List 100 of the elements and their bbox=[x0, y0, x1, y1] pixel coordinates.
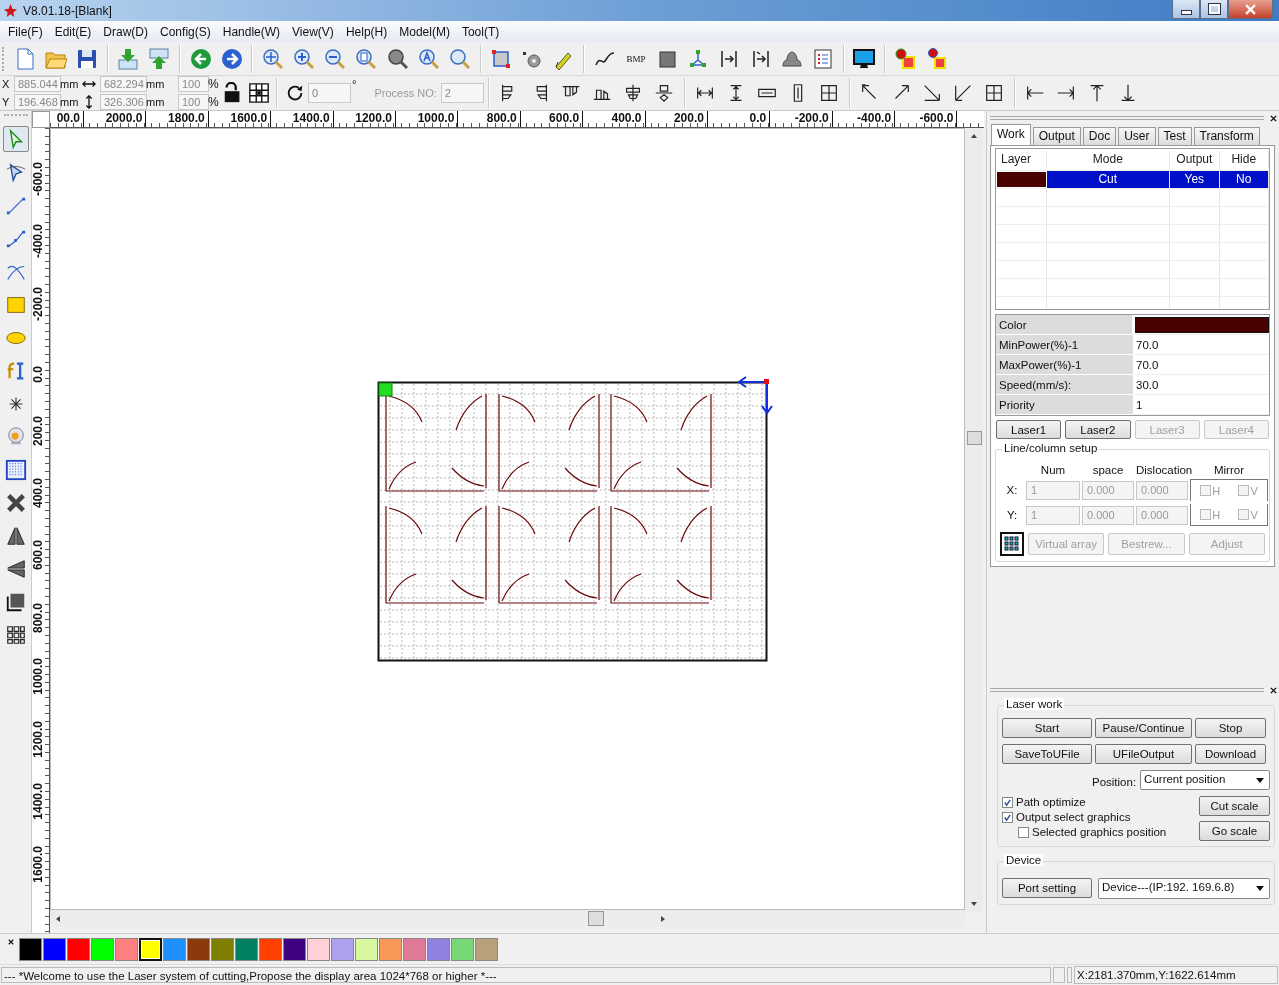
color-swatch[interactable] bbox=[1135, 316, 1269, 333]
layer-row[interactable]: Cut Yes No bbox=[996, 171, 1269, 189]
close-button[interactable] bbox=[1228, 0, 1273, 19]
y-label: Y bbox=[2, 96, 11, 108]
array-grid-icon[interactable] bbox=[1000, 532, 1024, 556]
color-swatch[interactable] bbox=[67, 937, 90, 961]
property-value[interactable]: 1 bbox=[1136, 398, 1143, 411]
color-swatch[interactable] bbox=[331, 937, 354, 961]
color-swatch[interactable] bbox=[259, 937, 282, 961]
tab[interactable]: Doc bbox=[1082, 127, 1117, 145]
dot-grid-icon[interactable] bbox=[3, 457, 28, 482]
menu-item[interactable]: Model(M) bbox=[393, 24, 456, 39]
position-dropdown[interactable]: Current position bbox=[1140, 770, 1270, 790]
property-value[interactable]: 30.0 bbox=[1136, 378, 1159, 391]
grid-anchor-icon[interactable] bbox=[248, 82, 270, 104]
color-swatch[interactable] bbox=[451, 937, 474, 961]
scale-x-field[interactable]: 100 bbox=[178, 76, 209, 92]
back-icon[interactable] bbox=[188, 46, 213, 71]
tab[interactable]: Transform bbox=[1193, 127, 1260, 145]
menu-item[interactable]: Handle(W) bbox=[216, 24, 287, 39]
color-swatch[interactable] bbox=[211, 937, 234, 961]
device-dropdown[interactable]: Device---(IP:192. 169.6.8) bbox=[1098, 878, 1270, 899]
arrow-left-icon[interactable] bbox=[56, 915, 60, 922]
scale-button[interactable]: Cut scale bbox=[1199, 796, 1270, 816]
checkbox-label: Output select graphics bbox=[1016, 811, 1131, 823]
color-swatch[interactable] bbox=[139, 937, 162, 961]
forward-icon[interactable] bbox=[219, 46, 244, 71]
menu-item[interactable]: Config(S) bbox=[154, 24, 217, 39]
menu-item[interactable]: Edit(E) bbox=[48, 24, 98, 39]
laser-button[interactable]: Laser1 bbox=[996, 420, 1062, 439]
zoom-letter-icon[interactable] bbox=[416, 46, 441, 71]
laser-work-button[interactable]: Pause/Continue bbox=[1095, 718, 1192, 738]
checkbox[interactable] bbox=[1200, 509, 1212, 520]
zoom-out-icon[interactable] bbox=[323, 46, 348, 71]
color-swatch[interactable] bbox=[43, 937, 66, 961]
ball-square-icon[interactable] bbox=[893, 46, 918, 71]
color-swatch[interactable] bbox=[355, 937, 378, 961]
laser-button[interactable]: Laser2 bbox=[1065, 420, 1131, 439]
laser-work-button[interactable]: Download bbox=[1195, 744, 1266, 764]
close-icon[interactable] bbox=[1270, 114, 1277, 122]
import-icon[interactable] bbox=[116, 46, 141, 71]
close-icon[interactable] bbox=[1270, 686, 1277, 694]
laser-work-button[interactable]: UFileOutput bbox=[1095, 744, 1192, 764]
tab[interactable]: Output bbox=[1032, 127, 1081, 145]
color-swatch[interactable] bbox=[307, 937, 330, 961]
cursor-coordinates: X:2181.370mm,Y:1622.614mm bbox=[1074, 966, 1278, 984]
color-swatch[interactable] bbox=[187, 937, 210, 961]
group-title: Device bbox=[1004, 854, 1044, 866]
tab[interactable]: Test bbox=[1157, 127, 1192, 145]
port-setting-button[interactable]: Port setting bbox=[1002, 878, 1092, 898]
scale-y-field[interactable]: 100 bbox=[178, 94, 209, 110]
checkbox[interactable] bbox=[1002, 796, 1013, 808]
color-swatch[interactable] bbox=[475, 937, 498, 961]
zoom-grid-icon[interactable] bbox=[385, 46, 410, 71]
color-swatch[interactable] bbox=[283, 937, 306, 961]
zoom-page-icon[interactable] bbox=[354, 46, 379, 71]
property-value[interactable]: 70.0 bbox=[1136, 358, 1159, 371]
checkbox[interactable] bbox=[1238, 485, 1250, 496]
horizontal-scrollbar[interactable] bbox=[50, 910, 965, 927]
checkbox[interactable] bbox=[1002, 811, 1013, 823]
color-swatch[interactable] bbox=[91, 937, 114, 961]
checkbox[interactable] bbox=[1200, 485, 1212, 496]
property-value[interactable]: 70.0 bbox=[1136, 338, 1159, 351]
laser-work-button[interactable]: Stop bbox=[1195, 718, 1266, 738]
tab[interactable]: Work bbox=[991, 124, 1031, 145]
laser-work-button[interactable]: SaveToUFile bbox=[1002, 744, 1092, 764]
scrollbar-thumb[interactable] bbox=[588, 911, 604, 926]
restore-button[interactable] bbox=[1200, 0, 1228, 19]
menu-item[interactable]: View(V) bbox=[286, 24, 340, 39]
bitmap-button[interactable]: BMP bbox=[625, 53, 647, 64]
scrollbar-thumb[interactable] bbox=[966, 431, 982, 445]
laser-work-button[interactable]: Start bbox=[1002, 718, 1092, 738]
scale-button[interactable]: Go scale bbox=[1199, 821, 1270, 841]
menu-item[interactable]: Draw(D) bbox=[97, 24, 155, 39]
zoom-in-icon[interactable] bbox=[292, 46, 317, 71]
search-icon[interactable] bbox=[448, 46, 473, 71]
pan-zoom-icon[interactable] bbox=[260, 46, 285, 71]
arrow-down-icon[interactable] bbox=[971, 902, 977, 906]
minimize-button[interactable] bbox=[1172, 0, 1200, 19]
color-swatch[interactable] bbox=[403, 937, 426, 961]
menu-item[interactable]: File(F) bbox=[2, 24, 49, 39]
tab[interactable]: User bbox=[1118, 127, 1156, 145]
checkbox[interactable] bbox=[1018, 826, 1029, 838]
vertical-scrollbar[interactable] bbox=[965, 128, 983, 912]
menu-item[interactable]: Help(H) bbox=[339, 24, 394, 39]
close-icon[interactable] bbox=[8, 939, 14, 945]
unit-label: mm bbox=[146, 96, 166, 108]
color-swatch[interactable] bbox=[235, 937, 258, 961]
monitor-icon[interactable] bbox=[852, 46, 877, 71]
color-swatch[interactable] bbox=[115, 937, 138, 961]
angle-field[interactable]: 0 bbox=[308, 83, 351, 103]
arrow-up-icon[interactable] bbox=[971, 134, 977, 138]
checkbox[interactable] bbox=[1238, 509, 1250, 520]
color-swatch[interactable] bbox=[19, 937, 42, 961]
process-number-field[interactable]: 2 bbox=[440, 83, 484, 103]
color-swatch[interactable] bbox=[163, 937, 186, 961]
export-icon[interactable] bbox=[147, 46, 172, 71]
color-swatch[interactable] bbox=[379, 937, 402, 961]
color-swatch[interactable] bbox=[427, 937, 450, 961]
menu-item[interactable]: Tool(T) bbox=[455, 24, 506, 39]
